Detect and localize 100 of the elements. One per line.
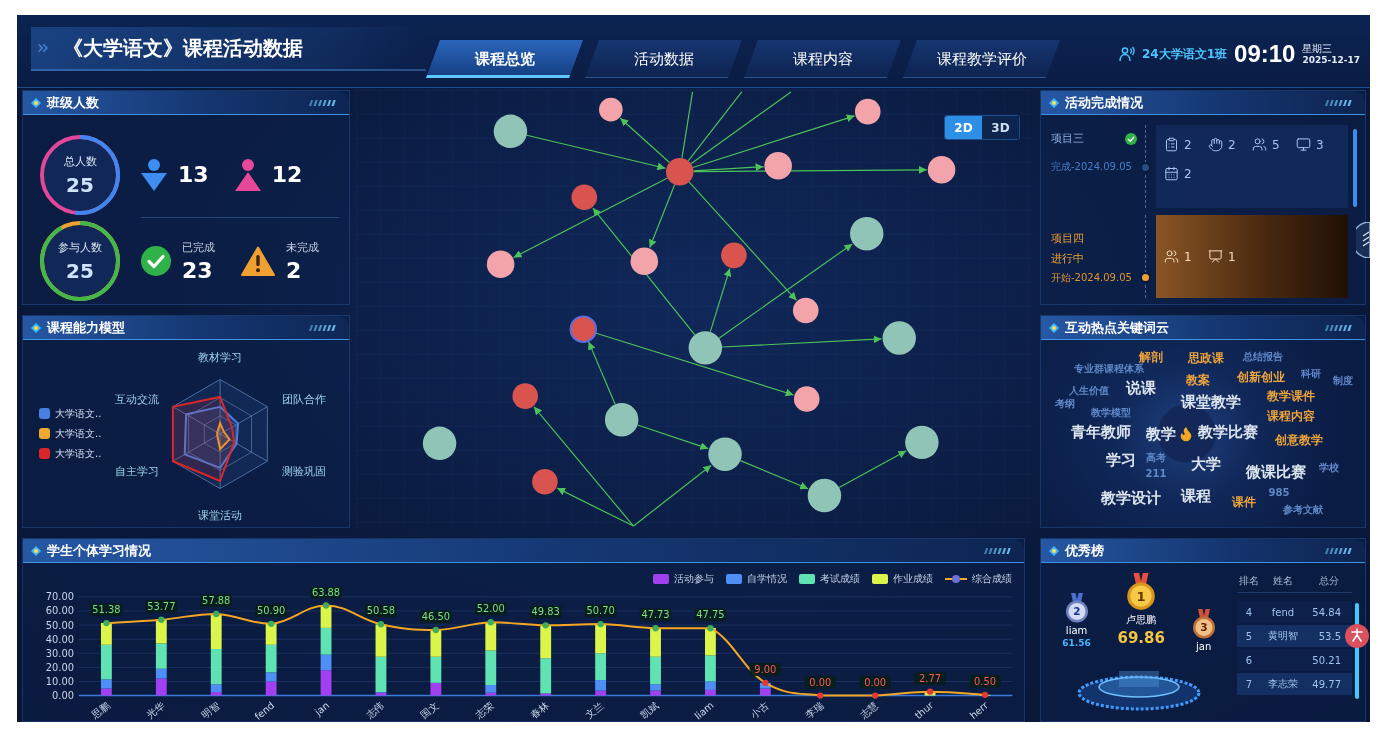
axis-label: 70.00	[45, 591, 74, 603]
table-cell-text: 7	[1244, 678, 1254, 690]
weekday: 星期三	[1302, 43, 1334, 55]
axis-label: 文兰	[583, 699, 606, 721]
panel-title: 班级人数	[47, 93, 100, 112]
keyword: 总结报告	[1243, 350, 1283, 364]
stat-label: 未完成	[286, 239, 319, 255]
axis-label: 10.00	[45, 675, 74, 687]
axis-label: 思鹏	[89, 699, 112, 721]
keyword: 学习	[1106, 450, 1136, 470]
axis-label: 小古	[748, 699, 771, 721]
data-label: 57.88	[200, 594, 232, 607]
data-label: 0.00	[859, 675, 891, 689]
keyword: 课件	[1232, 494, 1256, 510]
axis-label: 志荣	[473, 699, 496, 721]
table-cell-text: 李志荣	[1267, 677, 1299, 691]
keyword: 说课	[1126, 378, 1156, 398]
axis-label: 志慧	[858, 699, 881, 721]
podium-name: jan	[1196, 641, 1212, 652]
axis-label: 40.00	[45, 633, 74, 645]
axis-label: 20.00	[45, 661, 74, 673]
data-label: 2.77	[914, 671, 946, 685]
axis-label: 50.00	[45, 619, 74, 631]
data-label: 0.50	[974, 675, 996, 687]
panel-title: 活动完成情况	[1065, 93, 1144, 112]
axis-label: 课堂活动	[198, 509, 243, 523]
legend-label: 大学语文..	[55, 426, 102, 441]
keyword: 教案	[1186, 372, 1210, 388]
stat-value: 2	[286, 257, 303, 283]
legend-label: 大学语文..	[55, 406, 102, 421]
axis-label: 凯斌	[638, 699, 661, 721]
axis-label: 互动交流	[115, 393, 159, 407]
axis-label: 自主学习	[115, 464, 159, 478]
data-label: 2.77	[919, 672, 942, 684]
legend-label: 考试成绩	[820, 571, 860, 586]
medal: 3	[1191, 609, 1216, 639]
keyword: 学校	[1319, 461, 1339, 475]
keyword: 课程内容	[1267, 408, 1315, 424]
table-cell-text: 50.21	[1311, 654, 1342, 666]
data-label: 0.00	[809, 676, 832, 688]
keyword: 人生价值	[1069, 384, 1109, 398]
class-name: 24大学语文1班	[1141, 45, 1228, 63]
podium-score: 61.56	[1062, 638, 1091, 648]
axis-label: 团队合作	[281, 393, 326, 407]
keyword: 解剖	[1139, 349, 1163, 364]
keyword: 985	[1268, 486, 1290, 498]
table-cell-text: 4	[1244, 606, 1254, 618]
data-label: 53.77	[145, 599, 178, 613]
project-status: 进行中	[1051, 250, 1085, 266]
data-label: 51.38	[90, 603, 123, 616]
panel-title: 优秀榜	[1065, 541, 1105, 560]
data-label: 50.90	[255, 603, 287, 617]
panel-title: 学生个体学习情况	[47, 541, 152, 560]
activity-count: 2	[1184, 166, 1192, 181]
data-label: 47.73	[639, 608, 672, 622]
data-label: 52.00	[475, 602, 507, 616]
ring-label: 总人数	[63, 153, 97, 169]
data-label: 9.00	[749, 662, 782, 676]
activity-count: 5	[1272, 137, 1280, 152]
podium-score: 69.86	[1117, 628, 1165, 647]
podium-name: liam	[1065, 625, 1088, 636]
keyword: 创意教学	[1275, 432, 1323, 448]
axis-label: 测验巩固	[281, 464, 326, 478]
activity-count: 1	[1184, 249, 1192, 264]
table-cell-text: 5	[1244, 630, 1254, 642]
keyword: 微课比赛	[1246, 462, 1306, 482]
axis-label: 30.00	[45, 647, 74, 659]
column-header: 总分	[1317, 573, 1340, 588]
keyword: 211	[1145, 467, 1167, 479]
project-date: 开始-2024.09.05	[1051, 270, 1132, 285]
stat-value: 23	[182, 257, 214, 283]
axis-label: 李瑞	[803, 699, 826, 721]
data-label: 0.00	[864, 676, 887, 688]
keyword: 思政课	[1188, 350, 1224, 366]
keyword: 课堂教学	[1181, 392, 1241, 412]
male-count: 13	[178, 162, 209, 187]
table-cell-text: 黄明智	[1267, 629, 1299, 643]
page-title: 《大学语文》课程活动数据	[63, 34, 303, 62]
table-cell-text: 6	[1244, 654, 1254, 666]
data-label: 63.88	[310, 586, 342, 599]
legend-label: 大学语文..	[55, 446, 102, 461]
project-name: 项目四	[1051, 230, 1084, 246]
axis-label: 明智	[199, 699, 222, 721]
legend-label: 作业成绩	[893, 571, 933, 586]
clock: 09:10	[1234, 40, 1296, 68]
table-cell-text: 54.84	[1311, 606, 1342, 618]
keyword: 教学	[1146, 424, 1176, 444]
axis-label: jan	[312, 699, 332, 718]
activity-count: 2	[1184, 137, 1192, 152]
table-cell-text: 49.77	[1311, 678, 1342, 690]
data-label: 47.75	[694, 608, 727, 622]
axis-label: 国文	[418, 699, 442, 721]
keyword: 制度	[1333, 374, 1353, 388]
keyword: 专业群课程体系	[1074, 362, 1144, 376]
keyword: 大学	[1191, 454, 1221, 474]
table-cell-text: 53.5	[1317, 630, 1342, 642]
axis-label: liam	[692, 699, 716, 721]
legend-label: 综合成绩	[972, 571, 1012, 586]
keyword: 课程	[1181, 486, 1211, 506]
ring-value: 25	[66, 258, 94, 283]
